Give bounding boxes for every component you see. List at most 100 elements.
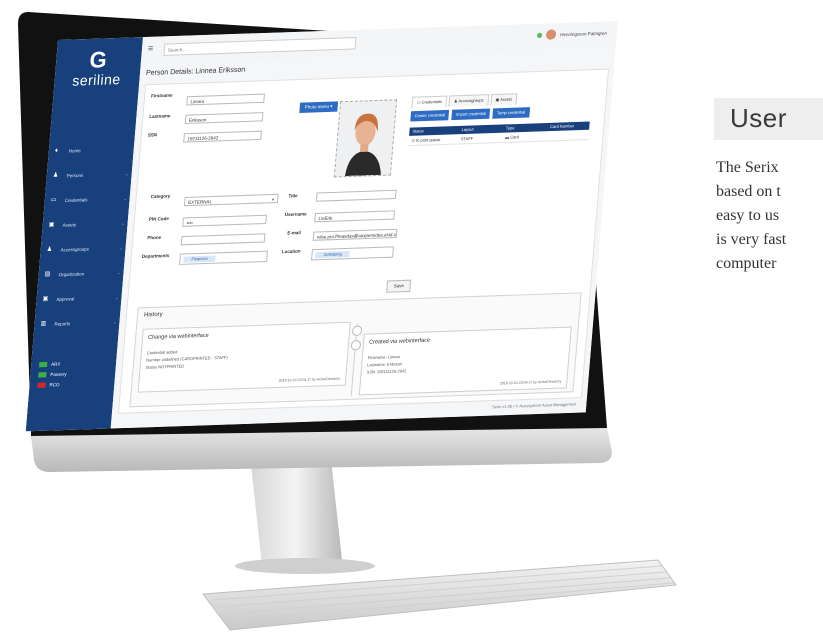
photo-menu-button[interactable]: Photo menu ▾ (299, 101, 338, 113)
history-entry-line: Number undefined (CARDPRINTED - STAFF) (146, 354, 228, 363)
legend-label: Passery (50, 370, 67, 377)
status-swatch (39, 361, 48, 367)
location-select[interactable]: Jonkoping (311, 246, 394, 261)
table-cell: ▬ Card (505, 131, 550, 142)
chevron-down-icon: ⌄ (115, 294, 119, 300)
tab-label: Credentials (421, 98, 443, 105)
person-details-card: Firstname Linnea Lastname Eriksson SSN 1… (117, 68, 610, 414)
username-field[interactable]: LinErik (314, 210, 395, 223)
import-credential-button[interactable]: Import credential (451, 108, 491, 121)
page-title: Person Details: Linnea Eriksson (145, 66, 246, 78)
location-label: Location (281, 248, 301, 255)
chevron-down-icon: ⌄ (112, 318, 117, 325)
timeline-dot (351, 325, 363, 337)
feature-heading-box: User (714, 98, 823, 140)
users-icon: ♟ (46, 246, 53, 253)
tab-credentials[interactable]: ▭ Credentials (411, 95, 448, 109)
search-box (163, 37, 357, 56)
feature-heading: User (730, 103, 787, 133)
phone-field[interactable] (180, 233, 266, 246)
logo-wordmark: seriline (71, 70, 122, 89)
lastname-label: Lastname (149, 113, 171, 120)
bar-chart-icon: ▥ (40, 320, 47, 327)
user-menu[interactable]: Henningsson Palmgren (537, 27, 608, 40)
avatar (545, 29, 557, 40)
lastname-field[interactable]: Eriksson (184, 112, 264, 125)
sidebar-item-label: Credentials (64, 196, 88, 203)
imac-monitor: G seriline ♦ Home ♟ Persons ⌄ ▭ Credenti… (0, 0, 700, 640)
email-field[interactable]: nilse.pro.Pleasdas@auxpersidea.asid.org (312, 228, 398, 241)
history-entry-line: Status NOTPRINTED (145, 363, 185, 370)
sidebar-item-label: Organization (58, 270, 85, 277)
sidebar-item-label: Assets (62, 221, 77, 228)
title-field[interactable] (315, 189, 397, 202)
ssn-field[interactable]: 19211126-2642 (183, 130, 262, 143)
credential-tabs: ▭ Credentials ♟ Accessgroups ▣ Assets (411, 93, 519, 109)
chevron-down-icon: ⌄ (119, 244, 123, 251)
cell-text: Card (510, 134, 520, 140)
sidebar-item-label: Approval (56, 295, 75, 302)
sidebar-item-accessgroups[interactable]: ♟ Accessgroups ⌄ (46, 235, 124, 262)
legend-item-rco[interactable]: RCO (37, 379, 66, 390)
phone-label: Phone (147, 234, 162, 241)
tab-label: Accessgroups (458, 97, 484, 104)
sidebar-item-label: Home (68, 147, 82, 154)
status-swatch (38, 371, 47, 378)
sidebar-item-organization[interactable]: ▤ Organization ⌄ (44, 260, 122, 287)
user-name: Henningsson Palmgren (560, 30, 608, 37)
sidebar-item-label: Persons (66, 172, 84, 178)
hamburger-menu-icon[interactable]: ≡ (148, 43, 154, 53)
legend-label: ARX (51, 360, 61, 367)
feature-line: The Serix (716, 159, 779, 176)
sidebar-item-reports[interactable]: ▥ Reports ⌄ (40, 309, 118, 336)
chevron-down-icon: ⌄ (125, 170, 129, 176)
history-entry-title: Change via webinterface (147, 332, 209, 341)
tab-assets[interactable]: ▣ Assets (490, 93, 518, 106)
sidebar-item-credentials[interactable]: ▭ Credentials ⌄ (50, 186, 128, 213)
online-status-icon (537, 32, 543, 38)
seriline-logo: G seriline (66, 47, 129, 89)
approval-icon: ▣ (42, 295, 49, 302)
table-cell (549, 130, 589, 141)
app-screen: G seriline ♦ Home ♟ Persons ⌄ ▭ Credenti… (25, 20, 618, 432)
location-tag: Jonkoping (315, 250, 350, 259)
pin-field[interactable]: •••• (182, 214, 267, 227)
category-select[interactable]: EXTERNAL (183, 193, 279, 207)
sidebar-item-label: Accessgroups (60, 245, 90, 253)
create-credential-button[interactable]: Create credential (410, 109, 450, 122)
credential-actions: Create credential Import credential Temp… (410, 107, 532, 122)
history-entry[interactable]: Change via webinterface Credential added… (137, 321, 351, 393)
credit-card-icon: ▭ (50, 196, 57, 204)
sidebar-item-label: Reports (54, 320, 71, 327)
email-label: E-mail (287, 229, 302, 236)
history-entry-title: Created via webinterface (368, 337, 431, 346)
search-input[interactable] (164, 38, 356, 55)
main-content: Person Details: Linnea Eriksson Firstnam… (110, 45, 616, 429)
feature-line: based on t (716, 183, 781, 200)
sidebar-item-home[interactable]: ♦ Home (54, 136, 132, 163)
legend-label: RCO (49, 381, 60, 387)
tab-label: Assets (500, 96, 513, 103)
person-photo[interactable] (333, 99, 398, 178)
firstname-field[interactable]: Linnea (186, 93, 265, 106)
tab-accessgroups[interactable]: ♟ Accessgroups (448, 94, 490, 107)
portrait-image (334, 100, 397, 177)
departments-select[interactable]: Finances (179, 250, 268, 265)
sidebar-item-approval[interactable]: ▣ Approval ⌄ (42, 284, 120, 311)
footer-text: Serix v1.0b • © Acessystem Asset Managem… (491, 401, 577, 410)
history-entry-meta: 2018-10-24 23:04:17 by ActiveDirectory (499, 379, 562, 386)
username-label: Username (284, 211, 307, 218)
history-entry-line: Credential added (146, 349, 178, 356)
history-title: History (143, 311, 163, 319)
save-button[interactable]: Save (386, 279, 412, 293)
feature-line: easy to us (716, 207, 780, 224)
table-cell: ⎙ In print queue (408, 134, 461, 145)
system-legend: ARX Passery RCO (37, 358, 68, 390)
feature-line: is very fast (716, 231, 787, 248)
history-entry[interactable]: Created via webinterface Firstname: Linn… (358, 326, 572, 396)
sidebar-item-persons[interactable]: ♟ Persons ⌄ (52, 161, 130, 188)
history-entry-line: SSN: 192111126-2642 (366, 368, 407, 375)
organization-icon: ▤ (44, 270, 51, 278)
sidebar-item-assets[interactable]: ▣ Assets ⌄ (48, 210, 126, 237)
temp-credential-button[interactable]: Temp credential (492, 107, 530, 119)
